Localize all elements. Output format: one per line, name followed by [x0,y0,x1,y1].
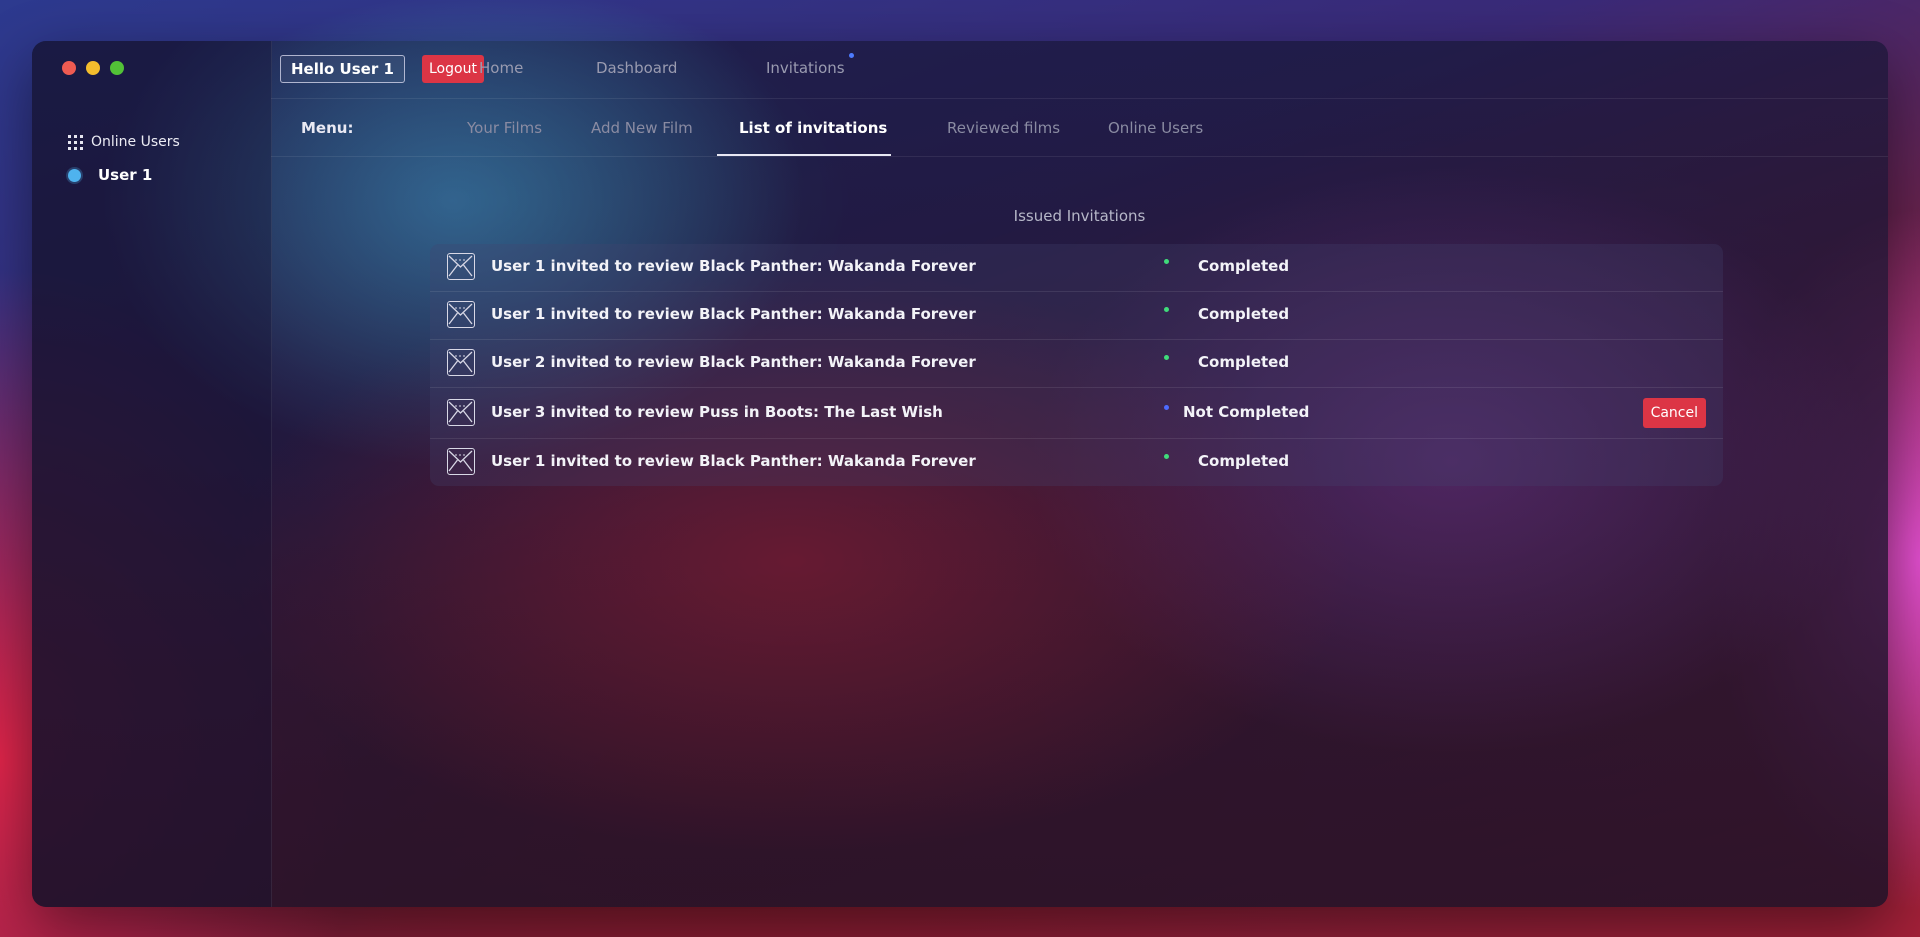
invitation-status: Completed [1198,452,1290,470]
nav-invitations[interactable]: Invitations [766,59,845,77]
invitation-status: Completed [1198,257,1290,275]
envelope-icon [447,399,475,426]
status-dot-completed [1164,355,1169,360]
status-dot-pending [1164,405,1169,410]
tab-online-users[interactable]: Online Users [1108,119,1203,137]
minimize-window-button[interactable] [86,61,100,75]
section-title: Issued Invitations [1013,207,1146,225]
grid-icon [68,134,83,150]
invitation-list: User 1 invited to review Black Panther: … [430,244,1723,486]
tab-reviewed-films[interactable]: Reviewed films [947,119,1060,137]
invitation-text: User 3 invited to review Puss in Boots: … [491,403,943,421]
menu-label: Menu: [301,119,354,137]
online-status-dot [68,168,81,182]
invitation-status: Completed [1198,305,1290,323]
envelope-icon [447,253,475,280]
online-users-label: Online Users [91,134,180,150]
invitation-text: User 1 invited to review Black Panther: … [491,305,976,323]
invitation-text: User 2 invited to review Black Panther: … [491,353,976,371]
maximize-window-button[interactable] [110,61,124,75]
sidebar-user-name: User 1 [98,166,153,184]
invitation-row: User 1 invited to review Black Panther: … [430,244,1723,292]
invitation-text: User 1 invited to review Black Panther: … [491,257,976,275]
nav-home[interactable]: Home [479,59,523,77]
invitation-row: User 2 invited to review Black Panther: … [430,340,1723,388]
notification-dot [849,53,854,58]
sidebar-user-item[interactable]: User 1 [68,166,152,184]
sidebar: Online Users User 1 [32,41,272,907]
top-navbar: Hello User 1 Logout Home Dashboard Invit… [271,41,1888,99]
menu-bar: Menu: Your Films Add New Film List of in… [271,98,1888,157]
online-users-heading: Online Users [68,134,180,150]
logout-button[interactable]: Logout [422,55,484,83]
invitation-row: User 1 invited to review Black Panther: … [430,292,1723,340]
status-dot-completed [1164,454,1169,459]
invitation-text: User 1 invited to review Black Panther: … [491,452,976,470]
envelope-icon [447,349,475,376]
invitation-status: Completed [1198,353,1290,371]
envelope-icon [447,448,475,475]
cancel-invitation-button[interactable]: Cancel [1642,398,1706,428]
active-tab-indicator [717,154,891,156]
app-window: Online Users User 1 Hello User 1 Logout … [32,41,1888,907]
tab-add-new-film[interactable]: Add New Film [591,119,693,137]
status-dot-completed [1164,259,1169,264]
tab-list-of-invitations[interactable]: List of invitations [739,119,887,137]
tab-your-films[interactable]: Your Films [467,119,542,137]
window-controls [62,61,124,75]
invitation-status: Not Completed [1183,403,1310,421]
status-dot-completed [1164,307,1169,312]
user-greeting-button[interactable]: Hello User 1 [280,55,405,83]
invitation-row: User 3 invited to review Puss in Boots: … [430,388,1723,439]
invitation-row: User 1 invited to review Black Panther: … [430,439,1723,486]
nav-dashboard[interactable]: Dashboard [596,59,677,77]
envelope-icon [447,301,475,328]
close-window-button[interactable] [62,61,76,75]
